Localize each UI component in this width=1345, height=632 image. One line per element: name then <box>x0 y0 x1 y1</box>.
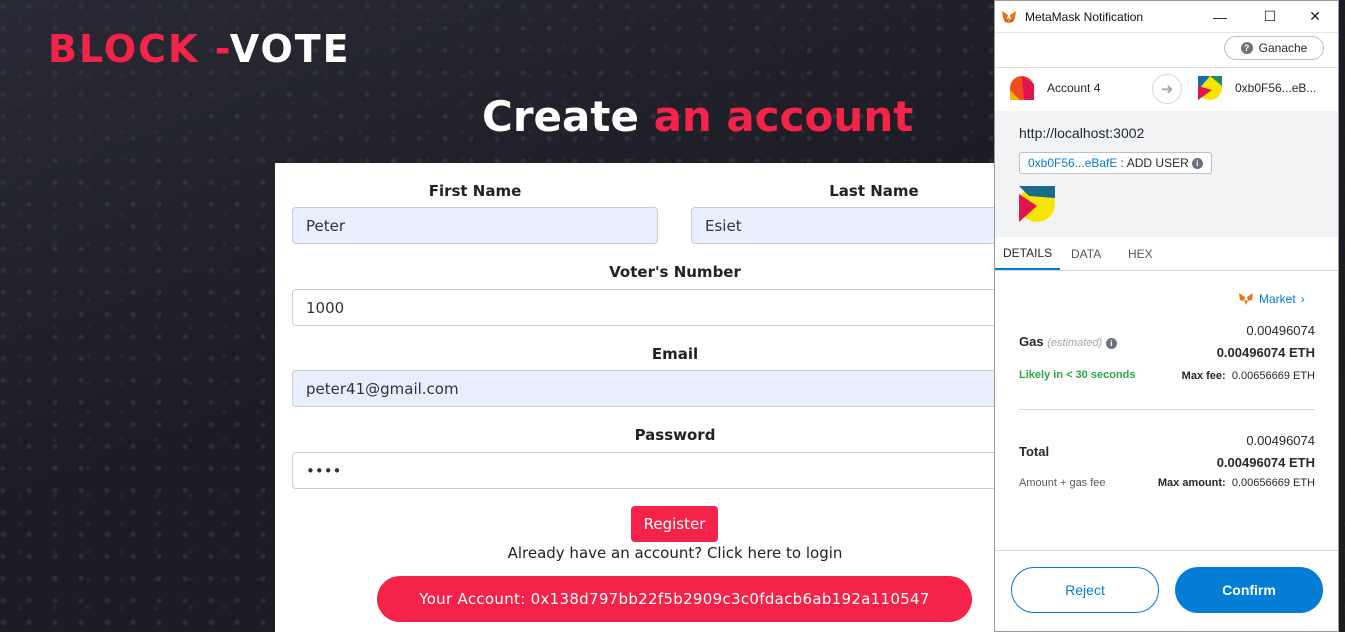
gas-estimated-label: (estimated) <box>1047 337 1103 349</box>
max-fee-value: 0.00656669 ETH <box>1231 370 1315 382</box>
register-button[interactable]: Register <box>631 506 718 542</box>
origin-section: http://localhost:3002 0xb0F56...eBafE : … <box>995 111 1338 237</box>
logo: BLOCK -VOTE <box>48 27 351 71</box>
maximize-icon[interactable]: ☐ <box>1250 1 1290 32</box>
add-user-label: ADD USER <box>1126 156 1189 170</box>
total-value: 0.00496074 <box>1246 433 1315 448</box>
password-label: Password <box>634 426 716 444</box>
logo-part-block: BLOCK - <box>48 27 230 71</box>
gas-label: Gas <box>1019 334 1044 349</box>
minimize-icon[interactable]: — <box>1200 1 1240 32</box>
gas-value-eth: 0.00496074 ETH <box>1216 345 1315 360</box>
first-name-label: First Name <box>428 182 522 200</box>
registration-form: First Name Peter Last Name Esiet Voter's… <box>275 163 1075 632</box>
page-title-accent: an account <box>653 92 914 141</box>
divider <box>1019 409 1315 410</box>
total-label: Total <box>1019 444 1050 459</box>
page-title-main: Create <box>482 92 654 141</box>
arrow-right-icon: ➜ <box>1152 74 1182 104</box>
gas-label-row: Gas (estimated) i <box>1019 334 1117 349</box>
from-account-avatar-icon <box>1010 76 1034 100</box>
max-amount-value: 0.00656669 ETH <box>1231 477 1315 489</box>
max-amount-label: Max amount: <box>1157 477 1226 489</box>
from-account[interactable]: Account 4 <box>1010 76 1100 100</box>
contract-address: 0xb0F56...eBafE <box>1028 156 1118 170</box>
max-amount-row: Max amount: 0.00656669 ETH <box>1158 477 1315 489</box>
tab-details[interactable]: DETAILS <box>995 237 1061 270</box>
metamask-titlebar: MetaMask Notification — ☐ ✕ <box>995 1 1338 33</box>
details-tabs: DETAILS DATA HEX <box>995 237 1338 271</box>
to-account-avatar-icon <box>1198 76 1222 100</box>
password-input[interactable]: •••• <box>292 452 1058 489</box>
contract-address-chip[interactable]: 0xb0F56...eBafE : ADD USER i <box>1019 152 1212 174</box>
to-account[interactable]: 0xb0F56...eB... <box>1198 76 1316 100</box>
voter-number-label: Voter's Number <box>609 263 741 281</box>
gas-info-icon[interactable]: i <box>1105 338 1117 349</box>
max-fee-row: Max fee: 0.00656669 ETH <box>1182 370 1315 382</box>
chip-separator: : <box>1120 156 1124 170</box>
network-name: Ganache <box>1258 41 1308 55</box>
contract-identicon-icon <box>1019 186 1055 222</box>
amount-gas-fee-label: Amount + gas fee <box>1019 477 1106 489</box>
logo-part-vote: VOTE <box>229 27 351 71</box>
network-selector[interactable]: ? Ganache <box>1224 36 1324 60</box>
market-label: Market <box>1259 292 1296 306</box>
close-icon[interactable]: ✕ <box>1295 1 1335 32</box>
confirm-button[interactable]: Confirm <box>1175 567 1323 613</box>
metamask-window: MetaMask Notification — ☐ ✕ ? Ganache Ac… <box>994 0 1339 632</box>
to-account-address: 0xb0F56...eB... <box>1235 81 1317 95</box>
gas-value: 0.00496074 <box>1246 323 1315 338</box>
market-fox-icon <box>1239 293 1253 305</box>
email-label: Email <box>651 345 699 363</box>
chevron-right-icon: › <box>1300 292 1305 306</box>
account-row: Account 4 ➜ 0xb0F56...eB... <box>995 67 1338 112</box>
total-value-eth: 0.00496074 ETH <box>1216 455 1315 470</box>
voter-number-input[interactable]: 1000 <box>292 289 1058 326</box>
login-link[interactable]: Already have an account? Click here to l… <box>275 544 1075 562</box>
network-question-icon: ? <box>1240 42 1253 54</box>
tab-data[interactable]: DATA <box>1071 237 1101 270</box>
first-name-input[interactable]: Peter <box>292 207 658 244</box>
account-address-badge: Your Account: 0x138d797bb22f5b2909c3c0fd… <box>377 576 972 622</box>
likely-time: Likely in < 30 seconds <box>1019 369 1136 381</box>
reject-button[interactable]: Reject <box>1011 567 1159 613</box>
info-icon: i <box>1191 157 1203 169</box>
email-input[interactable]: peter41@gmail.com <box>292 370 1058 407</box>
gas-market-link[interactable]: Market › <box>1238 291 1305 307</box>
tab-hex[interactable]: HEX <box>1128 237 1153 270</box>
origin-url: http://localhost:3002 <box>1019 125 1145 141</box>
from-account-name: Account 4 <box>1047 81 1101 95</box>
page-title: Create an account <box>482 92 913 141</box>
footer-divider <box>995 550 1338 551</box>
max-fee-label: Max fee: <box>1181 370 1226 382</box>
metamask-fox-icon <box>1002 10 1016 23</box>
metamask-window-title: MetaMask Notification <box>1025 9 1144 24</box>
